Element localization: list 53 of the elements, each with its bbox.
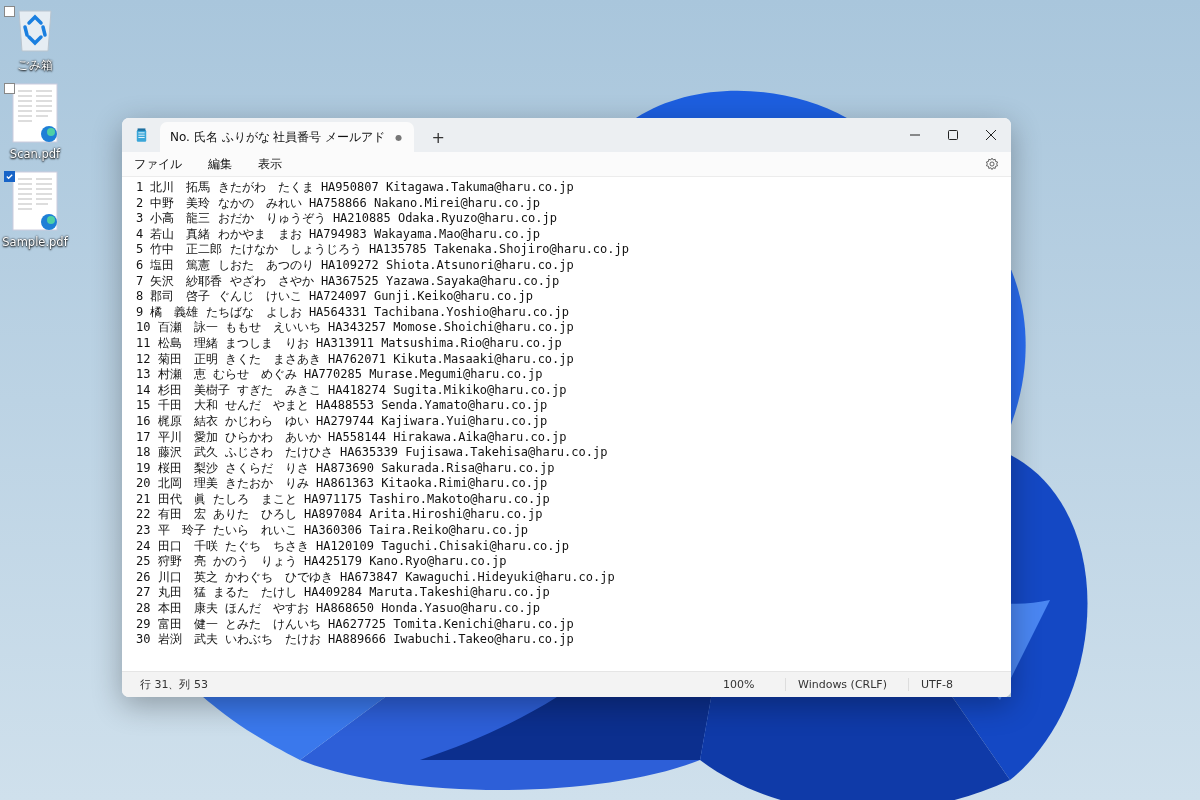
text-line: 19 桜田 梨沙 さくらだ りさ HA873690 Sakurada.Risa@haru.co.jp (136, 460, 556, 477)
menu-item[interactable]: 編集 (206, 155, 246, 173)
text-line: 27 丸田 猛 まるた たけし HA409284 Maruta.Takeshi@haru.co.jp (136, 585, 551, 602)
maximize-icon[interactable] (948, 130, 958, 140)
text-line: 13 村瀬 恵 むらせ めぐみ HA770285 Murase.Megumi@haru.co.jp (136, 367, 544, 383)
close-icon[interactable] (986, 130, 996, 140)
text-line: 30 岩渕 武夫 いわぶち たけお HA889666 Iwabuchi.Takeo@haru.co.jp (136, 632, 575, 648)
notepad-icon[interactable] (136, 127, 147, 143)
settings-icon[interactable] (985, 157, 999, 171)
pdf-file-icon[interactable] (12, 83, 58, 143)
text-line: 25 狩野 亮 かのう りょう HA425179 Kano.Ryo@haru.co.jp (136, 554, 508, 570)
text-line: 22 有田 宏 ありた ひろし HA897084 Arita.Hiroshi@haru.co.jp (136, 507, 544, 524)
text-line: 5 竹中 正二郎 たけなか しょうじろう HA135785 Takenaka.Shojiro@haru.co.jp (136, 242, 630, 258)
text-line: 18 藤沢 武久 ふじさわ たけひさ HA635339 Fujisawa.Takehisa@haru.co.jp (136, 445, 609, 461)
text-line: 3 小高 龍三 おだか りゅうぞう HA210885 Odaka.Ryuzo@haru.co.jp (136, 211, 558, 227)
new-tab-button[interactable]: + (418, 122, 459, 152)
file-name: Sample.pdf (2, 235, 68, 249)
text-line: 2 中野 美玲 なかの みれい HA758866 Nakano.Mirei@haru.co.jp (136, 195, 542, 212)
checkbox[interactable] (4, 171, 15, 182)
file-name: ごみ箱 (17, 58, 53, 73)
text-line: 8 郡司 啓子 ぐんじ けいこ HA724097 Gunji.Keiko@haru.co.jp (136, 289, 534, 305)
cursor-position: 行 31、列 53 (139, 677, 208, 692)
checkbox[interactable] (4, 6, 15, 17)
menu-item[interactable]: ファイル (132, 155, 196, 173)
text-line: 29 富田 健一 とみた けんいち HA627725 Tomita.Kenichi@haru.co.jp (136, 616, 575, 633)
text-line: 15 千田 大和 せんだ やまと HA488553 Senda.Yamato@haru.co.jp (136, 398, 549, 414)
line-ending: Windows (CRLF) (786, 678, 909, 691)
checkbox[interactable] (4, 83, 15, 94)
text-line: 17 平川 愛加 ひらかわ あいか HA558144 Hirakawa.Aika@haru.co.jp (136, 429, 568, 446)
text-line: 10 百瀬 詠一 ももせ えいいち HA343257 Momose.Shoichi@haru.co.jp (136, 320, 575, 336)
text-line: 6 塩田 篤憲 しおた あつのり HA109272 Shiota.Atsunori@haru.co.jp (136, 257, 575, 274)
tab[interactable]: No. 氏名 ふりがな 社員番号 メールアド ● (160, 122, 415, 152)
text-line: 28 本田 康夫 ほんだ やすお HA868650 Honda.Yasuo@haru.co.jp (136, 601, 542, 617)
unsaved-indicator: ● (395, 132, 403, 142)
encoding: UTF-8 (920, 678, 955, 691)
tab-title: No. 氏名 ふりがな 社員番号 メールアド (170, 128, 386, 146)
text-line: 23 平 玲子 たいら れいこ HA360306 Taira.Reiko@haru.co.jp (136, 523, 530, 539)
text-line: 26 川口 英之 かわぐち ひでゆき HA673847 Kawaguchi.Hideyuki@haru.co.jp (136, 569, 616, 586)
text-line: 7 矢沢 紗耶香 やざわ さやか HA367525 Yazawa.Sayaka@haru.co.jp (136, 273, 561, 290)
text-line: 11 松島 理緒 まつしま りお HA313911 Matsushima.Rio@haru.co.jp (136, 335, 563, 352)
text-line: 16 梶原 結衣 かじわら ゆい HA279744 Kajiwara.Yui@haru.co.jp (136, 413, 549, 430)
text-line: 24 田口 千咲 たぐち ちさき HA120109 Taguchi.Chisaki@haru.co.jp (136, 538, 570, 555)
text-line: 4 若山 真緒 わかやま まお HA794983 Wakayama.Mao@haru.co.jp (136, 226, 542, 243)
text-line: 12 菊田 正明 きくた まさあき HA762071 Kikuta.Masaaki@haru.co.jp (136, 351, 575, 368)
file-name: Scan.pdf (9, 147, 61, 161)
text-line: 1 北川 拓馬 きたがわ たくま HA950807 Kitagawa.Takuma@haru.co.jp (136, 180, 575, 196)
text-line: 20 北岡 理美 きたおか りみ HA861363 Kitaoka.Rimi@haru.co.jp (136, 476, 549, 492)
zoom-level: 100% (711, 678, 786, 691)
pdf-file-icon[interactable] (12, 171, 58, 231)
text-line: 9 橘 義雄 たちばな よしお HA564331 Tachibana.Yoshio@haru.co.jp (136, 304, 570, 321)
text-line: 21 田代 眞 たしろ まこと HA971175 Tashiro.Makoto@haru.co.jp (136, 491, 551, 508)
text-line: 14 杉田 美樹子 すぎた みきこ HA418274 Sugita.Mikiko@haru.co.jp (136, 382, 568, 399)
menu-item[interactable]: 表示 (256, 155, 296, 173)
